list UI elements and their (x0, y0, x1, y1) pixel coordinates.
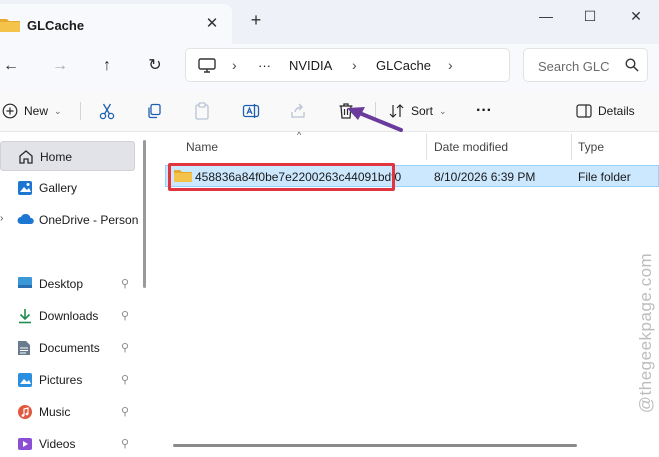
column-header-date[interactable]: Date modified (427, 132, 570, 162)
details-label: Details (598, 104, 635, 118)
desktop-icon (17, 276, 33, 293)
sidebar-item-label: Pictures (39, 373, 83, 387)
details-button[interactable]: Details (576, 98, 635, 124)
column-label: Type (578, 140, 605, 154)
navigation-bar: ← → ↑ ↻ › ··· NVIDIA › GLCache › (0, 44, 659, 90)
breadcrumb-separator[interactable]: › (232, 57, 237, 73)
copy-button[interactable] (146, 98, 162, 124)
new-tab-button[interactable]: + (246, 10, 266, 30)
folder-icon (0, 17, 20, 36)
chevron-down-icon: ⌄ (54, 105, 62, 116)
breadcrumb-ellipsis[interactable]: ··· (258, 58, 271, 73)
tab-close-icon[interactable]: ✕ (203, 15, 221, 33)
rename-button[interactable] (242, 98, 260, 124)
search-box[interactable] (523, 48, 648, 82)
search-input[interactable] (538, 57, 618, 75)
search-icon[interactable] (625, 58, 639, 75)
document-icon (17, 340, 31, 359)
annotation-arrow (347, 107, 403, 132)
column-header-name[interactable]: Name (155, 132, 425, 162)
copy-icon (148, 103, 161, 119)
refresh-button[interactable]: ↻ (141, 52, 169, 80)
highlight-annotation (168, 163, 395, 191)
this-pc-icon[interactable] (198, 58, 216, 77)
clipboard-icon (195, 102, 209, 120)
breadcrumb-glcache[interactable]: GLCache (376, 58, 431, 73)
pin-icon[interactable]: ⚲ (121, 309, 129, 322)
watermark: @thegeekpage.com (628, 245, 655, 425)
sidebar-item-label: Music (39, 405, 71, 419)
sidebar-item-videos[interactable]: Videos ⚲ (0, 429, 135, 457)
breadcrumb-nvidia[interactable]: NVIDIA (289, 58, 332, 73)
sidebar-item-label: Home (40, 150, 73, 164)
sidebar-item-gallery[interactable]: Gallery (0, 173, 135, 203)
close-window-button[interactable]: ✕ (624, 6, 648, 26)
column-label: Date modified (434, 140, 509, 154)
sidebar-item-label: Documents (39, 341, 100, 355)
sidebar-item-label: Downloads (39, 309, 99, 323)
share-button[interactable] (290, 98, 306, 124)
sidebar-item-label: Gallery (39, 181, 78, 195)
gallery-icon (17, 180, 33, 199)
toolbar-divider (80, 102, 81, 120)
back-button[interactable]: ← (0, 52, 25, 80)
tab-glcache[interactable]: GLCache ✕ (0, 4, 232, 44)
sidebar-item-documents[interactable]: Documents ⚲ (0, 333, 135, 363)
tab-strip: GLCache ✕ + — ☐ ✕ (0, 0, 659, 44)
sidebar-item-home[interactable]: Home (0, 141, 135, 171)
watermark-text: @thegeekpage.com (636, 252, 655, 414)
sidebar-item-desktop[interactable]: Desktop ⚲ (0, 269, 135, 299)
sidebar-item-pictures[interactable]: Pictures ⚲ (0, 365, 135, 395)
download-icon (17, 308, 33, 327)
video-icon (17, 436, 33, 455)
music-icon (17, 404, 33, 423)
new-label: New (24, 104, 49, 118)
sidebar-item-label: Desktop (39, 277, 84, 291)
share-icon (291, 103, 305, 118)
rename-icon (242, 104, 260, 118)
sidebar-item-music[interactable]: Music ⚲ (0, 397, 135, 427)
sidebar-item-label: OneDrive - Person (39, 213, 139, 227)
chevron-right-icon[interactable]: › (0, 213, 3, 224)
more-options-button[interactable]: ··· (476, 98, 492, 124)
minimize-button[interactable]: — (534, 6, 558, 26)
new-button[interactable]: New ⌄ (2, 98, 62, 124)
breadcrumb-separator[interactable]: › (448, 57, 453, 73)
pin-icon[interactable]: ⚲ (121, 373, 129, 386)
cut-button[interactable] (98, 98, 116, 124)
command-bar: New ⌄ Sort ⌄ ··· Details (0, 90, 659, 132)
up-button[interactable]: ↑ (93, 52, 121, 80)
pin-icon[interactable]: ⚲ (121, 405, 129, 418)
address-bar[interactable]: › ··· NVIDIA › GLCache › (185, 48, 510, 82)
column-label: Name (186, 140, 219, 154)
file-date: 8/10/2026 6:39 PM (434, 170, 536, 184)
breadcrumb-separator[interactable]: › (352, 57, 357, 73)
pin-icon[interactable]: ⚲ (121, 341, 129, 354)
maximize-button[interactable]: ☐ (578, 6, 602, 26)
details-pane-icon (576, 104, 592, 118)
tab-title: GLCache (27, 18, 85, 33)
cloud-icon (17, 212, 35, 229)
column-header-type[interactable]: Type (572, 132, 659, 162)
chevron-down-icon: ⌄ (439, 105, 447, 116)
paste-button[interactable] (194, 98, 210, 124)
file-type: File folder (578, 170, 631, 184)
sort-label: Sort (411, 104, 434, 118)
plus-circle-icon (2, 103, 18, 119)
sidebar-item-onedrive[interactable]: › OneDrive - Person (0, 205, 139, 235)
navigation-pane: Home Gallery › OneDrive - Person Desktop… (0, 132, 148, 457)
home-icon (18, 149, 34, 168)
sidebar-item-downloads[interactable]: Downloads ⚲ (0, 301, 135, 331)
pin-icon[interactable]: ⚲ (121, 277, 129, 290)
sidebar-scrollbar[interactable] (143, 140, 146, 288)
picture-icon (17, 372, 33, 391)
sidebar-item-label: Videos (39, 437, 76, 451)
pin-icon[interactable]: ⚲ (121, 437, 129, 450)
horizontal-scrollbar[interactable] (173, 444, 577, 447)
forward-button[interactable]: → (46, 52, 74, 80)
scissors-icon (99, 103, 115, 120)
